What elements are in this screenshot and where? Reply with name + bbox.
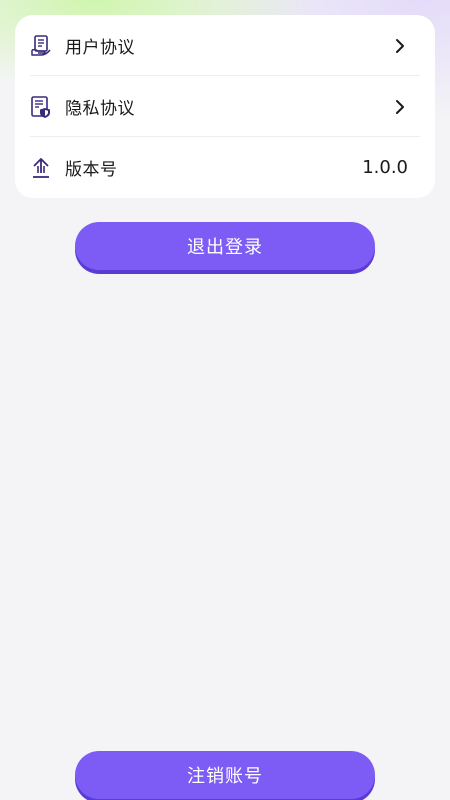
version-upload-icon [29, 156, 53, 180]
settings-card: 用户协议 隐私协议 版本号 1.0.0 [15, 15, 435, 198]
version-value: 1.0.0 [362, 157, 408, 178]
privacy-agreement-icon [29, 95, 53, 119]
settings-item-version: 版本号 1.0.0 [15, 137, 435, 198]
settings-item-label: 用户协议 [65, 38, 135, 58]
settings-item-user-agreement[interactable]: 用户协议 [15, 15, 435, 76]
settings-item-privacy-agreement[interactable]: 隐私协议 [15, 76, 435, 137]
settings-item-label: 版本号 [65, 160, 118, 180]
chevron-right-icon [393, 38, 407, 54]
delete-account-button[interactable]: 注销账号 [75, 751, 375, 799]
settings-item-label: 隐私协议 [65, 99, 135, 119]
logout-button[interactable]: 退出登录 [75, 222, 375, 270]
user-agreement-icon [29, 34, 53, 58]
chevron-right-icon [393, 99, 407, 115]
